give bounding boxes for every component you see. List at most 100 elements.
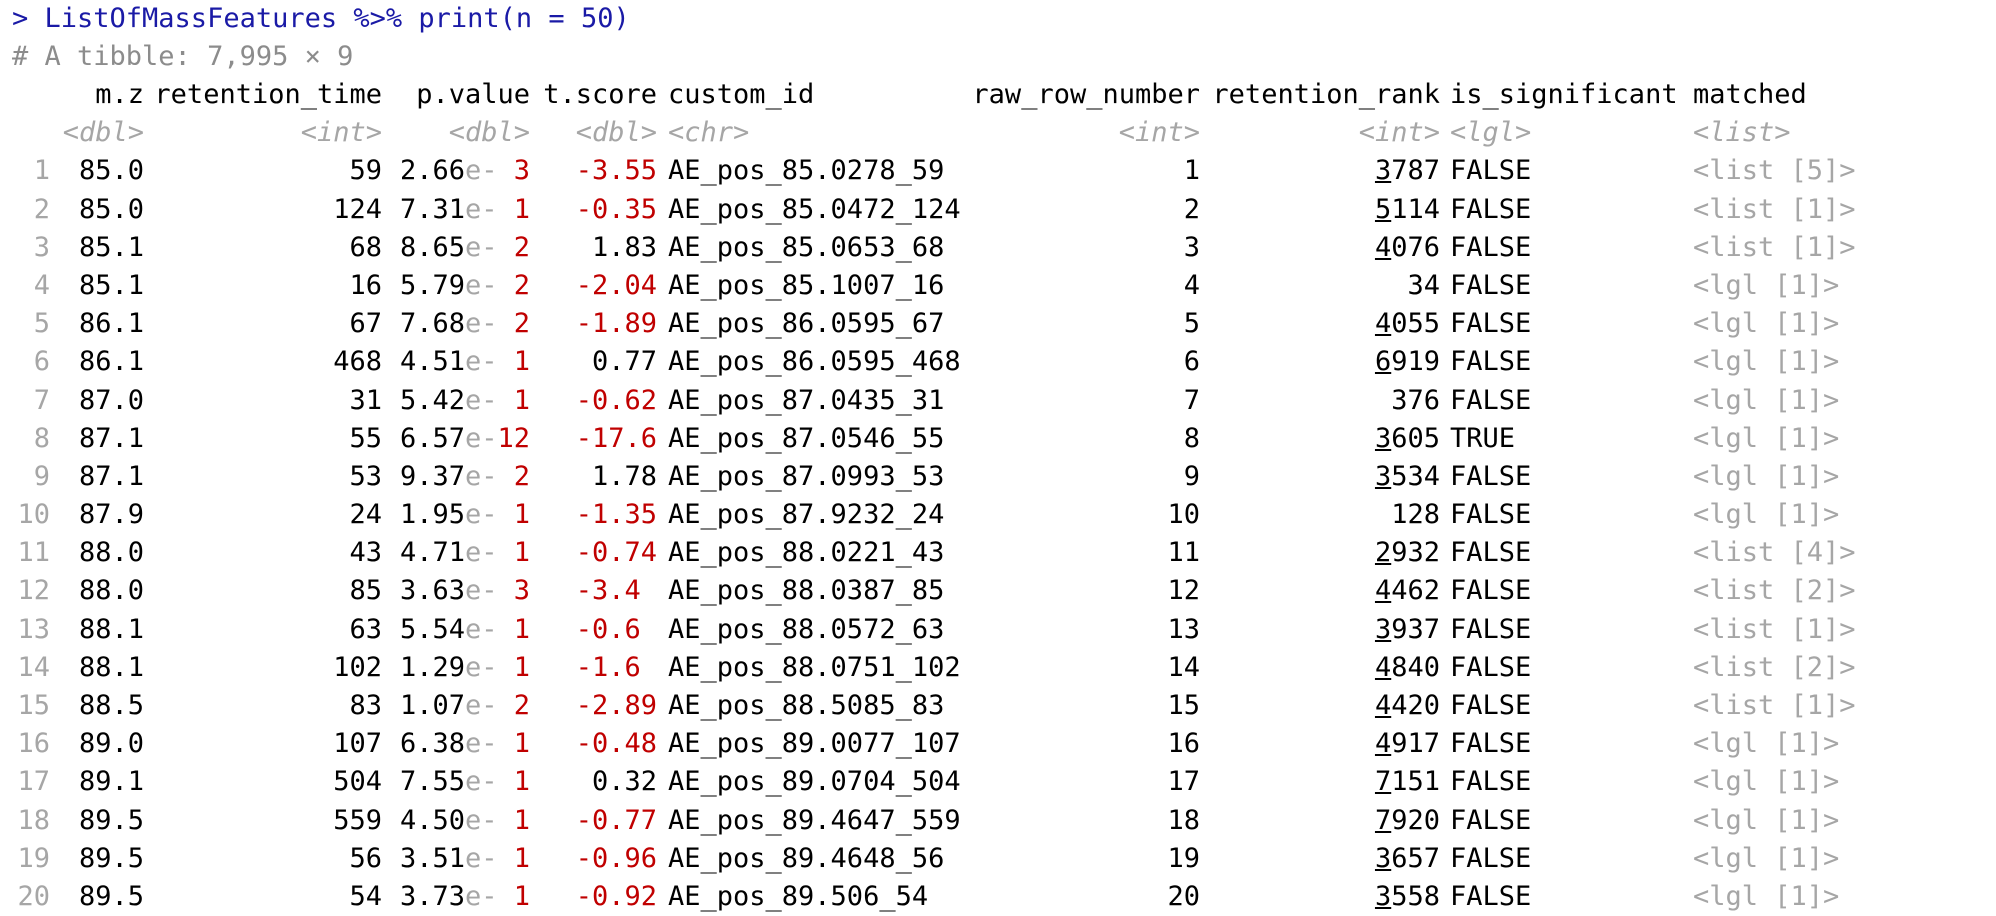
- header-retention-time: retention_time: [154, 79, 382, 110]
- cell-m-z: 85.0: [78, 193, 144, 225]
- retention-rank-rest: 919: [1391, 346, 1440, 378]
- cell-raw-row-number: 14: [1167, 651, 1200, 683]
- cell-p-value: 8.65e- 2: [390, 229, 530, 267]
- cell-t-score: -0.77: [575, 804, 657, 836]
- cell-matched: <list [1]>: [1693, 193, 1856, 225]
- cell-retention-rank: 4076: [1208, 229, 1440, 267]
- type-m-z: <dbl>: [62, 117, 144, 149]
- cell-custom-id: AE_pos_87.0546_55: [668, 422, 945, 454]
- cell-retention-time: 31: [349, 384, 382, 416]
- retention-rank-rest: 558: [1391, 880, 1440, 912]
- cell-is-significant: FALSE: [1450, 575, 1532, 607]
- cell-t-score: -2.89: [575, 690, 657, 721]
- cell-p-value: 3.51e- 1: [390, 840, 530, 878]
- cell-retention-rank: 4055: [1208, 305, 1440, 343]
- p-value-e: e-: [464, 346, 498, 378]
- p-value-exponent: 2: [497, 269, 530, 301]
- cell-retention-time: 43: [349, 537, 382, 569]
- p-value-mantissa: 3.51: [399, 842, 465, 874]
- p-value-mantissa: 7.68: [399, 308, 465, 340]
- table-row: 17 89.1 504 7.55e- 1 0.32 AE_pos_89.0704_504 1…: [0, 763, 1996, 801]
- cell-retention-time: 59: [349, 155, 382, 187]
- row-index: 1: [33, 155, 50, 187]
- p-value-mantissa: 9.37: [399, 460, 465, 492]
- header-matched: matched: [1693, 79, 1807, 110]
- p-value-exponent: 1: [497, 193, 530, 225]
- cell-matched: <list [1]>: [1693, 231, 1856, 263]
- p-value-exponent: 2: [497, 308, 530, 340]
- cell-is-significant: FALSE: [1450, 308, 1532, 340]
- p-value-e: e-: [464, 575, 498, 607]
- cell-m-z: 85.0: [78, 155, 144, 187]
- cell-is-significant: FALSE: [1450, 728, 1532, 760]
- tibble-table: m.z retention_time p.value t.score custo…: [0, 76, 1996, 916]
- p-value-exponent: 1: [497, 537, 530, 569]
- type-is-significant: <lgl>: [1450, 117, 1532, 149]
- type-retention-rank: <int>: [1358, 117, 1440, 149]
- p-value-exponent: 1: [497, 880, 530, 912]
- cell-t-score: 1.83: [591, 231, 657, 263]
- cell-custom-id: AE_pos_89.4648_56: [668, 842, 945, 874]
- p-value-e: e-: [464, 155, 498, 187]
- retention-rank-thousands: 4: [1374, 651, 1392, 683]
- cell-retention-time: 107: [333, 728, 382, 760]
- row-index: 3: [33, 231, 50, 263]
- cell-retention-time: 63: [349, 613, 382, 645]
- cell-t-score: -2.04: [575, 269, 657, 301]
- cell-retention-time: 67: [349, 308, 382, 340]
- table-row: 9 87.1 53 9.37e- 2 1.78 AE_pos_87.0993_53 9 353…: [0, 458, 1996, 496]
- type-p-value: <dbl>: [448, 117, 530, 149]
- table-row: 14 88.1 102 1.29e- 1 -1.6 AE_pos_88.0751_102…: [0, 649, 1996, 687]
- retention-rank-thousands: 3: [1374, 880, 1392, 912]
- p-value-e: e-: [464, 728, 498, 760]
- cell-t-score: 0.77: [591, 346, 657, 378]
- p-value-mantissa: 4.51: [399, 346, 465, 378]
- cell-custom-id: AE_pos_88.0387_85: [668, 575, 945, 607]
- p-value-e: e-: [464, 613, 498, 645]
- retention-rank-rest: 076: [1391, 231, 1440, 263]
- table-row: 5 86.1 67 7.68e- 2 -1.89 AE_pos_86.0595_67 5 40…: [0, 305, 1996, 343]
- cell-m-z: 88.0: [78, 575, 144, 607]
- tibble-info-comment: # A tibble: 7,995 × 9: [12, 41, 354, 72]
- cell-retention-rank: 7920: [1208, 802, 1440, 840]
- cell-is-significant: FALSE: [1450, 346, 1532, 378]
- cell-p-value: 6.38e- 1: [390, 725, 530, 763]
- cell-retention-time: 54: [349, 880, 382, 912]
- header-is-significant: is_significant: [1450, 79, 1678, 110]
- table-row: 7 87.0 31 5.42e- 1 -0.62 AE_pos_87.0435_31 7 37…: [0, 382, 1996, 420]
- cell-is-significant: FALSE: [1450, 193, 1532, 225]
- cell-p-value: 7.55e- 1: [390, 763, 530, 801]
- p-value-e: e-: [464, 269, 498, 301]
- cell-raw-row-number: 18: [1167, 804, 1200, 836]
- console-command-line: > ListOfMassFeatures %>% print(n = 50): [12, 3, 630, 34]
- cell-is-significant: FALSE: [1450, 842, 1532, 874]
- cell-matched: <lgl [1]>: [1693, 346, 1840, 378]
- retention-rank-thousands: 4: [1374, 231, 1392, 263]
- cell-raw-row-number: 8: [1183, 422, 1200, 454]
- cell-retention-rank: 3657: [1208, 840, 1440, 878]
- cell-t-score: -0.62: [575, 384, 657, 416]
- table-row: 12 88.0 85 3.63e- 3 -3.4 AE_pos_88.0387_85 12…: [0, 572, 1996, 610]
- retention-rank-rest: 917: [1391, 728, 1440, 760]
- type-raw-row-number: <int>: [1118, 117, 1200, 149]
- cell-m-z: 87.1: [78, 422, 144, 454]
- p-value-mantissa: 4.71: [399, 537, 465, 569]
- cell-matched: <lgl [1]>: [1693, 842, 1840, 874]
- cell-raw-row-number: 19: [1167, 842, 1200, 874]
- cell-retention-time: 83: [349, 690, 382, 721]
- p-value-mantissa: 1.29: [399, 651, 465, 683]
- cell-m-z: 87.0: [78, 384, 144, 416]
- cell-matched: <list [5]>: [1693, 155, 1856, 187]
- p-value-e: e-: [464, 193, 498, 225]
- row-index: 20: [17, 880, 50, 912]
- cell-retention-time: 53: [349, 460, 382, 492]
- cell-custom-id: AE_pos_88.0221_43: [668, 537, 945, 569]
- cell-is-significant: FALSE: [1450, 499, 1532, 531]
- r-console[interactable]: > ListOfMassFeatures %>% print(n = 50) #…: [0, 0, 1996, 914]
- cell-raw-row-number: 1: [1183, 155, 1200, 187]
- cell-retention-rank: 5114: [1208, 191, 1440, 229]
- cell-matched: <lgl [1]>: [1693, 499, 1840, 531]
- cell-p-value: 3.73e- 1: [390, 878, 530, 916]
- row-index: 18: [17, 804, 50, 836]
- cell-matched: <list [2]>: [1693, 575, 1856, 607]
